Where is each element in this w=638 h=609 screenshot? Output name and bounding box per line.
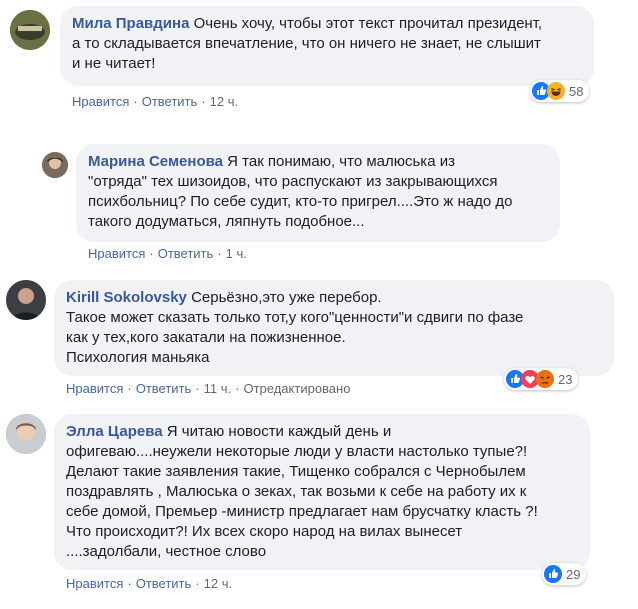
reply-link[interactable]: Ответить [136, 576, 192, 591]
comment-author[interactable]: Мила Правдина [72, 15, 189, 32]
comment-bubble: Марина Семенова Я так понимаю, что малюс… [76, 144, 560, 242]
comment-author[interactable]: Элла Царева [66, 423, 163, 440]
reply-link[interactable]: Ответить [142, 94, 198, 109]
avatar[interactable] [10, 10, 50, 50]
reply-link[interactable]: Ответить [136, 381, 192, 396]
angry-icon [536, 370, 554, 388]
reactions-summary[interactable]: 23 [504, 368, 579, 390]
like-link[interactable]: Нравится [66, 381, 123, 396]
comment-time[interactable]: 1 ч. [226, 246, 247, 261]
avatar[interactable] [6, 280, 46, 320]
reply-link[interactable]: Ответить [158, 246, 214, 261]
reaction-count: 58 [569, 83, 584, 99]
like-link[interactable]: Нравится [66, 576, 123, 591]
avatar[interactable] [6, 414, 46, 454]
reactions-summary[interactable]: 29 [542, 563, 587, 585]
reaction-count: 23 [558, 371, 573, 387]
haha-icon [547, 82, 565, 100]
comment-time[interactable]: 11 ч. [204, 381, 232, 396]
comment-time[interactable]: 12 ч. [210, 94, 238, 109]
comment-time[interactable]: 12 ч. [204, 576, 232, 591]
comment-actions: Нравится · Ответить · 1 ч. [88, 246, 247, 261]
comment-author[interactable]: Марина Семенова [88, 153, 223, 170]
like-link[interactable]: Нравится [88, 246, 145, 261]
comment-text: Я читаю новости каждый день и офигеваю..… [66, 423, 538, 560]
comment-bubble: Мила Правдина Очень хочу, чтобы этот тек… [60, 6, 594, 86]
comment-actions: Нравится · Ответить · 12 ч. [72, 94, 239, 109]
comment-bubble: Элла Царева Я читаю новости каждый день … [54, 414, 590, 570]
reactions-summary[interactable]: 58 [530, 80, 590, 102]
like-icon [544, 565, 562, 583]
comment-actions: Нравится · Ответить · 12 ч. [66, 576, 233, 591]
comment-author[interactable]: Kirill Sokolovsky [66, 289, 187, 306]
comment-bubble: Kirill Sokolovsky Серьёзно,это уже переб… [54, 280, 614, 376]
reaction-count: 29 [566, 566, 581, 582]
comment-actions: Нравится · Ответить · 11 ч. · Отредактировано [66, 381, 351, 396]
like-link[interactable]: Нравится [72, 94, 129, 109]
edited-label[interactable]: Отредактировано [243, 381, 350, 396]
avatar[interactable] [42, 152, 68, 178]
